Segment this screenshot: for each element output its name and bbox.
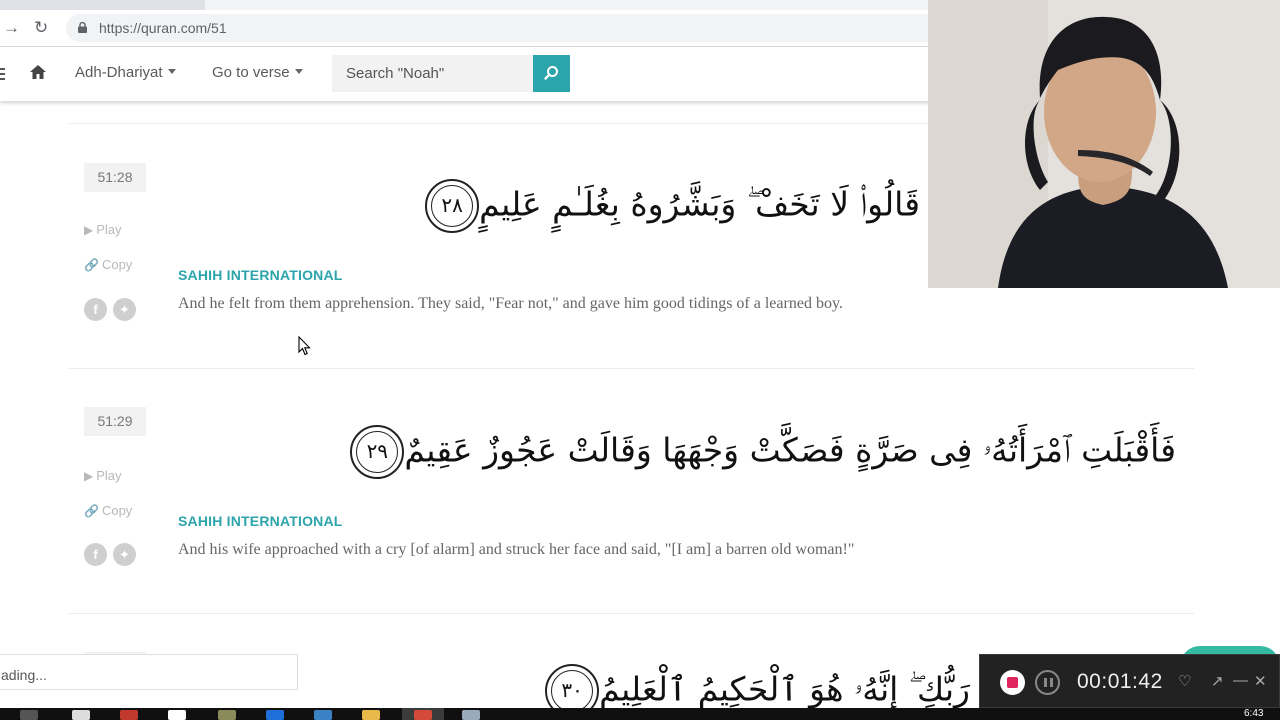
- webcam-overlay: [928, 0, 1280, 288]
- link-icon: 🔗: [84, 504, 99, 518]
- play-label: Play: [96, 468, 122, 483]
- chevron-down-icon: [167, 69, 176, 74]
- os-taskbar: 6:43 PM: [0, 708, 1280, 720]
- goto-verse-label: Go to verse: [212, 64, 290, 81]
- search-icon: [544, 66, 558, 80]
- screen: → ↻ https://quran.com/51 Adh-Dhariyat Go…: [0, 0, 1280, 720]
- taskbar-app-icon[interactable]: [314, 710, 332, 720]
- browser-active-tab[interactable]: [205, 0, 945, 10]
- home-icon[interactable]: [29, 63, 47, 81]
- taskbar-app-icon[interactable]: [362, 710, 380, 720]
- verse-block: 51:29 ▶ Play 🔗 Copy f ✦ فَأَقْبَلَتِ ٱمْرَ…: [0, 369, 1280, 615]
- twitter-icon[interactable]: ✦: [113, 298, 136, 321]
- url-text: https://quran.com/51: [99, 20, 227, 36]
- address-bar[interactable]: https://quran.com/51: [66, 14, 946, 42]
- loading-status: ading...: [0, 654, 298, 690]
- copy-label: Copy: [101, 257, 133, 272]
- recording-timer: 00:01:42: [1077, 670, 1163, 693]
- arabic-verse-text: رَبُّكِ ۖ إِنَّهُۥ هُوَ ٱلْحَكِيمُ ٱلْعَ…: [537, 664, 970, 708]
- copy-label: Copy: [101, 503, 133, 518]
- facebook-icon[interactable]: f: [84, 543, 107, 566]
- lock-icon: [78, 22, 87, 33]
- taskbar-app-icon[interactable]: [120, 710, 138, 720]
- verse-number-marker: ٢٩: [350, 425, 405, 479]
- goto-verse-dropdown[interactable]: Go to verse: [212, 64, 303, 81]
- minimize-icon[interactable]: —: [1233, 672, 1248, 689]
- taskbar-app-icon[interactable]: [462, 710, 480, 720]
- chevron-down-icon: [294, 69, 303, 74]
- twitter-icon[interactable]: ✦: [113, 543, 136, 566]
- taskbar-app-icon[interactable]: [414, 710, 432, 720]
- verse-key-badge[interactable]: 51:28: [84, 163, 146, 192]
- taskbar-clock: 6:43 PM: [1244, 708, 1264, 719]
- play-icon: ▶: [84, 223, 94, 237]
- arabic-text: فَأَقْبَلَتِ ٱمْرَأَتُهُۥ فِى صَرَّةٍ فَ…: [404, 430, 1176, 470]
- search-input[interactable]: [332, 55, 533, 92]
- translator-name: SAHIH INTERNATIONAL: [178, 267, 343, 283]
- link-icon: 🔗: [84, 258, 99, 272]
- search-button[interactable]: [533, 55, 570, 92]
- mouse-cursor-icon: [298, 336, 311, 356]
- translation-text: And he felt from them apprehension. They…: [178, 295, 843, 312]
- menu-icon[interactable]: [0, 68, 5, 80]
- verse-number-marker: ٢٨: [425, 179, 480, 233]
- facebook-icon[interactable]: f: [84, 298, 107, 321]
- verse-key-badge[interactable]: 51:29: [84, 407, 146, 436]
- screen-recorder: 00:01:42 ♡ ↗ — ✕: [979, 654, 1280, 708]
- surah-dropdown-label: Adh-Dhariyat: [75, 64, 163, 81]
- translator-name: SAHIH INTERNATIONAL: [178, 513, 343, 529]
- play-button[interactable]: ▶ Play: [84, 468, 122, 483]
- arabic-verse-text: فَأَقْبَلَتِ ٱمْرَأَتُهُۥ فِى صَرَّةٍ فَ…: [342, 425, 1176, 479]
- arabic-text: رَبُّكِ ۖ إِنَّهُۥ هُوَ ٱلْحَكِيمُ ٱلْعَ…: [599, 669, 970, 709]
- copy-button[interactable]: 🔗 Copy: [84, 503, 132, 518]
- play-label: Play: [96, 222, 122, 237]
- arabic-text: قَالُوا۟ لَا تَخَفْ ۖ وَبَشَّرُوهُ بِغُل…: [479, 184, 920, 224]
- expand-icon[interactable]: ↗: [1211, 672, 1224, 690]
- taskbar-app-icon[interactable]: [20, 710, 38, 720]
- play-button[interactable]: ▶ Play: [84, 222, 122, 237]
- pause-button[interactable]: [1035, 670, 1060, 695]
- reload-icon[interactable]: ↻: [34, 19, 48, 37]
- translation-text: And his wife approached with a cry [of a…: [178, 541, 855, 558]
- arabic-verse-text: قَالُوا۟ لَا تَخَفْ ۖ وَبَشَّرُوهُ بِغُل…: [417, 179, 920, 233]
- taskbar-app-icon[interactable]: [168, 710, 186, 720]
- play-icon: ▶: [84, 469, 94, 483]
- taskbar-app-icon[interactable]: [72, 710, 90, 720]
- copy-button[interactable]: 🔗 Copy: [84, 257, 132, 272]
- taskbar-app-icon[interactable]: [218, 710, 236, 720]
- record-stop-button[interactable]: [1000, 670, 1025, 695]
- close-icon[interactable]: ✕: [1254, 672, 1267, 690]
- verse-number-marker: ٣٠: [545, 664, 600, 708]
- taskbar-app-icon[interactable]: [266, 710, 284, 720]
- shield-icon[interactable]: ♡: [1178, 672, 1191, 690]
- forward-icon[interactable]: →: [3, 19, 20, 37]
- webcam-person-image: [928, 0, 1280, 288]
- surah-dropdown[interactable]: Adh-Dhariyat: [75, 64, 176, 81]
